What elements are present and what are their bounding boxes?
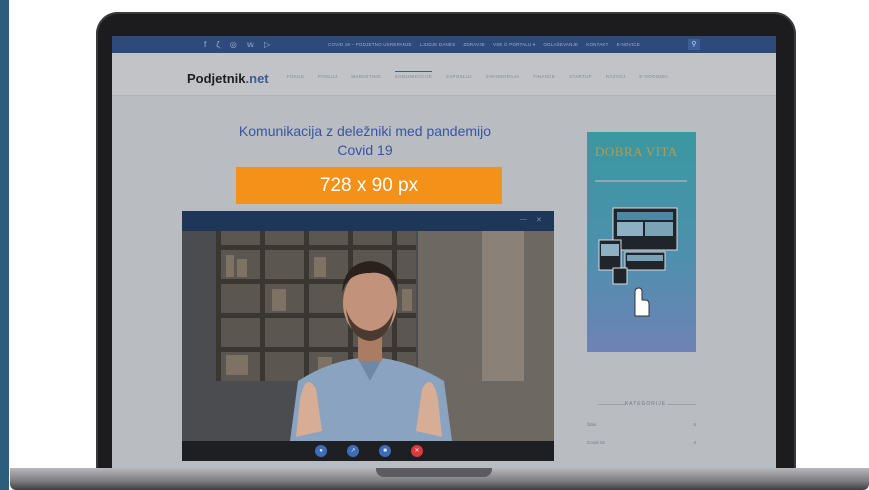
instagram-icon[interactable]: ◎: [230, 39, 237, 50]
category-item[interactable]: Šola 5: [587, 422, 696, 427]
main-nav-items: FOKUS POSLUJ MARKETING KOMUNIKACIJE ZAPO…: [287, 71, 668, 79]
video-titlebar: — ✕: [182, 211, 554, 231]
ad-banner-placeholder[interactable]: 728 x 90 px: [236, 167, 502, 204]
nav-item-startup[interactable]: STARTUP: [569, 74, 592, 79]
camera-icon[interactable]: ■: [379, 445, 391, 457]
laptop-screen: f ζ ◎ 𝕨 ▷ COVID 19 – PODJETNO UKREPANJE …: [112, 36, 776, 468]
top-nav-link-enovice[interactable]: E-NOVICE: [617, 40, 640, 49]
left-edge-strip: [0, 0, 9, 490]
category-count: 5: [693, 422, 696, 427]
top-nav-link-covid[interactable]: COVID 19 – PODJETNO UKREPANJE: [328, 40, 412, 49]
top-nav-link-ljudje[interactable]: LJUDJE DANES: [420, 40, 456, 49]
top-nav: COVID 19 – PODJETNO UKREPANJE LJUDJE DAN…: [328, 40, 640, 49]
category-label: Šola: [587, 422, 597, 427]
top-nav-link-zdravje[interactable]: ZDRAVJE: [463, 40, 485, 49]
logo-suffix: .net: [245, 71, 269, 86]
minimize-icon[interactable]: —: [520, 216, 527, 223]
top-nav-link-kontakt[interactable]: KONTAKT: [586, 40, 608, 49]
article-title[interactable]: Komunikacija z deležniki med pandemijo C…: [230, 122, 500, 160]
video-person-illustration: [182, 231, 554, 441]
nav-item-zaposluj[interactable]: ZAPOSLUJ: [446, 74, 472, 79]
video-feed: [182, 231, 554, 441]
category-label: Covid 19: [587, 440, 605, 445]
top-nav-link-portal[interactable]: VSE O PORTALU ▾: [493, 40, 535, 49]
main-nav: Podjetnik.net FOKUS POSLUJ MARKETING KOM…: [112, 53, 776, 96]
nav-item-finance[interactable]: FINANCE: [533, 74, 555, 79]
social-icons: f ζ ◎ 𝕨 ▷: [204, 39, 270, 50]
logo-text: Podjetnik: [187, 71, 246, 86]
nav-item-zakonodaja[interactable]: ZAKONODAJA: [486, 74, 520, 79]
youtube-icon[interactable]: ▷: [264, 39, 270, 50]
nav-item-posluj[interactable]: POSLUJ: [318, 74, 337, 79]
nav-item-komunikacije[interactable]: KOMUNIKACIJE: [394, 71, 433, 79]
nav-item-marketing[interactable]: MARKETING: [351, 74, 380, 79]
site-logo[interactable]: Podjetnik.net: [187, 71, 269, 86]
pinterest-icon[interactable]: ζ: [216, 39, 220, 50]
search-icon[interactable]: ⚲: [688, 39, 700, 50]
categories-heading: KATEGORIJE: [624, 401, 667, 407]
sidebar-ad[interactable]: DOBRA VITA: [587, 132, 696, 352]
video-call-window: — ✕ ● ↗ ■ ✕: [182, 211, 554, 461]
facebook-icon[interactable]: f: [204, 39, 206, 50]
video-controls-bar: ● ↗ ■ ✕: [182, 441, 554, 461]
nav-item-edogodki[interactable]: E-DOGODKI: [639, 74, 667, 79]
twitter-icon[interactable]: 𝕨: [247, 39, 254, 50]
close-icon[interactable]: ✕: [536, 216, 542, 224]
end-call-icon[interactable]: ✕: [411, 445, 423, 457]
category-count: 4: [693, 440, 696, 445]
mic-icon[interactable]: ●: [315, 445, 327, 457]
nav-item-fokus[interactable]: FOKUS: [287, 74, 304, 79]
device-mockup-illustration: [598, 207, 678, 317]
laptop-base-notch: [376, 468, 492, 477]
category-item[interactable]: Covid 19 4: [587, 440, 696, 445]
share-screen-icon[interactable]: ↗: [347, 445, 359, 457]
nav-item-razvoj[interactable]: RAZVOJ: [606, 74, 626, 79]
top-bar: f ζ ◎ 𝕨 ▷ COVID 19 – PODJETNO UKREPANJE …: [112, 36, 776, 53]
top-nav-link-oglasevanje[interactable]: OGLAŠEVANJE: [543, 40, 578, 49]
